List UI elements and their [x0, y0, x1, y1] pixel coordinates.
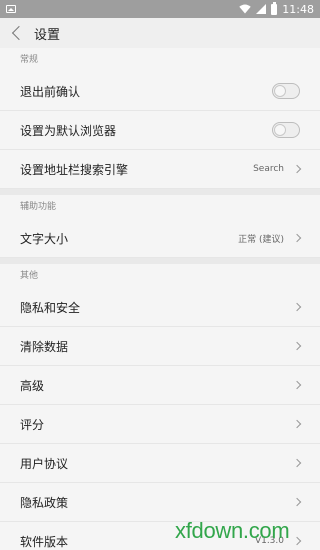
- chevron-right-icon: [292, 380, 302, 390]
- toggle-knob: [274, 85, 286, 97]
- item-label: 高级: [20, 378, 45, 393]
- settings-item-clear-data[interactable]: 清除数据: [0, 327, 320, 366]
- chevron-right-icon: [292, 497, 302, 507]
- chevron-right-icon: [292, 164, 302, 174]
- settings-item-text-size[interactable]: 文字大小 正常 (建议): [0, 219, 320, 258]
- header: 设置: [0, 18, 320, 48]
- status-bar: 11:48: [0, 0, 320, 18]
- item-label: 设置地址栏搜索引擎: [20, 162, 129, 177]
- section-label: 常规: [0, 48, 320, 72]
- chevron-right-icon: [292, 302, 302, 312]
- item-label: 文字大小: [20, 231, 69, 246]
- settings-item-user-agreement[interactable]: 用户协议: [0, 444, 320, 483]
- confirm-exit-toggle[interactable]: [272, 83, 300, 99]
- item-label: 隐私政策: [20, 495, 69, 510]
- section-other: 其他 隐私和安全 清除数据 高级 评分 用户协议 隐私政策 软件版本 V1.3.…: [0, 264, 320, 550]
- item-label: 评分: [20, 417, 45, 432]
- text-size-value: 正常 (建议): [238, 234, 284, 245]
- item-label: 退出前确认: [20, 84, 81, 99]
- gallery-icon: [6, 5, 16, 13]
- chevron-right-icon: [292, 419, 302, 429]
- settings-item-rating[interactable]: 评分: [0, 405, 320, 444]
- settings-item-advanced[interactable]: 高级: [0, 366, 320, 405]
- page-title: 设置: [34, 27, 61, 43]
- item-label: 清除数据: [20, 339, 69, 354]
- item-label: 用户协议: [20, 456, 69, 471]
- watermark: xfdown.com: [175, 518, 290, 543]
- search-engine-value: Search: [253, 164, 284, 174]
- settings-item-confirm-exit[interactable]: 退出前确认: [0, 72, 320, 111]
- section-accessibility: 辅助功能 文字大小 正常 (建议): [0, 195, 320, 258]
- section-label: 其他: [0, 264, 320, 288]
- chevron-right-icon: [292, 233, 302, 243]
- item-label: 隐私和安全: [20, 300, 81, 315]
- section-label: 辅助功能: [0, 195, 320, 219]
- item-label: 设置为默认浏览器: [20, 123, 117, 138]
- chevron-left-icon[interactable]: [11, 25, 27, 41]
- settings-item-privacy-policy[interactable]: 隐私政策: [0, 483, 320, 522]
- settings-item-default-browser[interactable]: 设置为默认浏览器: [0, 111, 320, 150]
- default-browser-toggle[interactable]: [272, 122, 300, 138]
- status-time: 11:48: [282, 2, 314, 16]
- chevron-right-icon: [292, 341, 302, 351]
- section-general: 常规 退出前确认 设置为默认浏览器 设置地址栏搜索引擎 Search: [0, 48, 320, 189]
- wifi-icon: [239, 4, 251, 14]
- chevron-right-icon: [292, 458, 302, 468]
- settings-item-search-engine[interactable]: 设置地址栏搜索引擎 Search: [0, 150, 320, 189]
- battery-icon: [271, 1, 278, 15]
- chevron-right-icon: [292, 536, 302, 546]
- settings-item-privacy-security[interactable]: 隐私和安全: [0, 288, 320, 327]
- item-label: 软件版本: [20, 534, 69, 549]
- signal-icon: [256, 4, 267, 14]
- toggle-knob: [274, 124, 286, 136]
